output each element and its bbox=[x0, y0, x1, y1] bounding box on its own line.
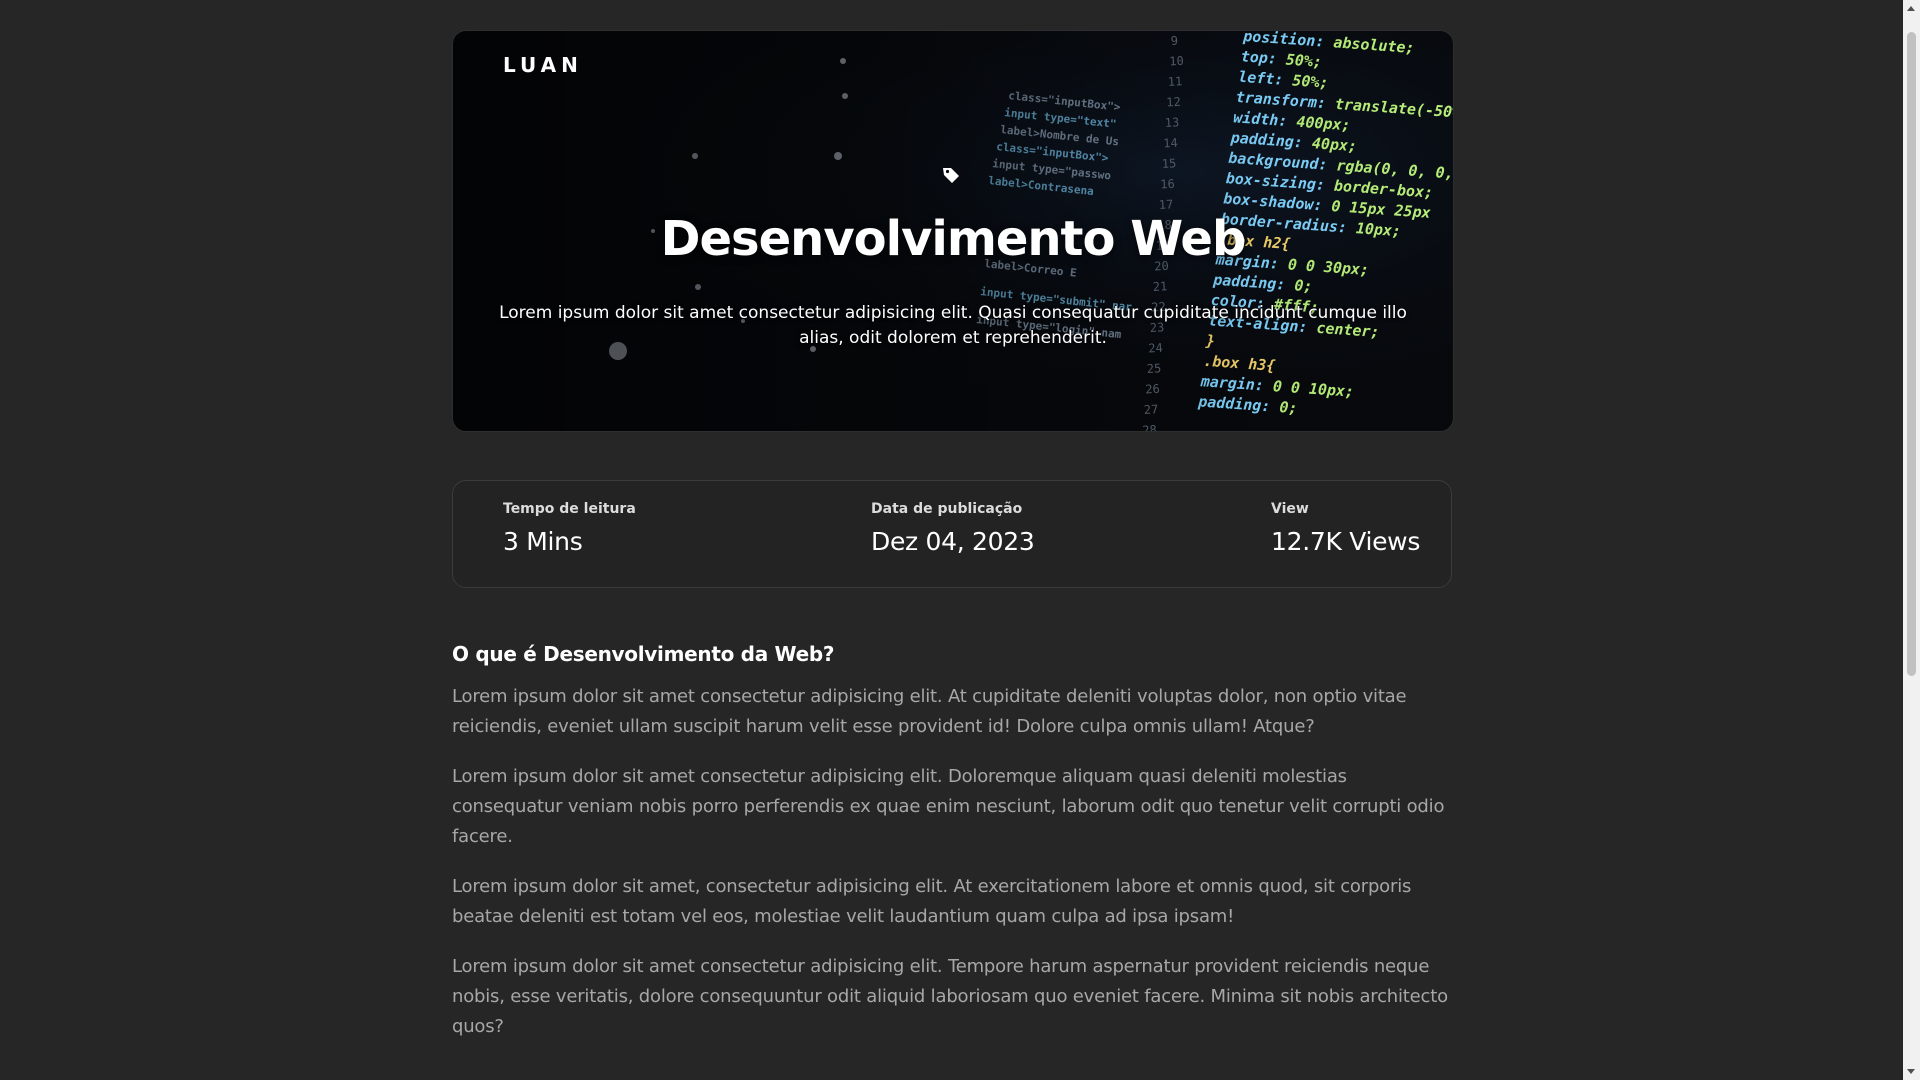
stat-value: Dez 04, 2023 bbox=[871, 527, 1035, 556]
post-stats-card: Tempo de leitura 3 Mins Data de publicaç… bbox=[452, 480, 1452, 588]
article-paragraph: Lorem ipsum dolor sit amet consectetur a… bbox=[452, 766, 1445, 847]
site-logo[interactable]: LUAN bbox=[503, 53, 583, 77]
article-heading: O que é Desenvolvimento da Web? bbox=[452, 642, 835, 666]
scroll-up-arrow-icon[interactable] bbox=[1907, 6, 1915, 11]
article-body: O que é Desenvolvimento da Web? Lorem ip… bbox=[452, 642, 1457, 1062]
page-scrollbar[interactable] bbox=[1903, 0, 1920, 1080]
stat-value: 3 Mins bbox=[503, 527, 583, 556]
scroll-down-arrow-icon[interactable] bbox=[1907, 1069, 1915, 1074]
scrollbar-thumb[interactable] bbox=[1907, 32, 1916, 676]
article-paragraph: Lorem ipsum dolor sit amet consectetur a… bbox=[452, 686, 1407, 737]
hero-description: Lorem ipsum dolor sit amet consectetur a… bbox=[499, 303, 1407, 348]
stat-reading-time: Tempo de leitura 3 Mins bbox=[503, 501, 636, 556]
article-paragraph: Lorem ipsum dolor sit amet, consectetur … bbox=[452, 876, 1412, 927]
article-paragraph: Lorem ipsum dolor sit amet consectetur a… bbox=[452, 956, 1448, 1037]
stat-label: Data de publicação bbox=[871, 501, 1023, 517]
page: 910111213141516171819202122232425262728 … bbox=[452, 30, 1454, 1037]
tag-icon bbox=[943, 168, 959, 183]
stat-value: 12.7K Views bbox=[1271, 527, 1421, 556]
stat-views: View 12.7K Views bbox=[1271, 501, 1420, 556]
stat-label: Tempo de leitura bbox=[503, 501, 636, 517]
stat-publish-date: Data de publicação Dez 04, 2023 bbox=[871, 501, 1035, 556]
page-title: Desenvolvimento Web bbox=[660, 211, 1247, 267]
hero-banner: 910111213141516171819202122232425262728 … bbox=[452, 30, 1454, 432]
stat-label: View bbox=[1271, 501, 1309, 517]
